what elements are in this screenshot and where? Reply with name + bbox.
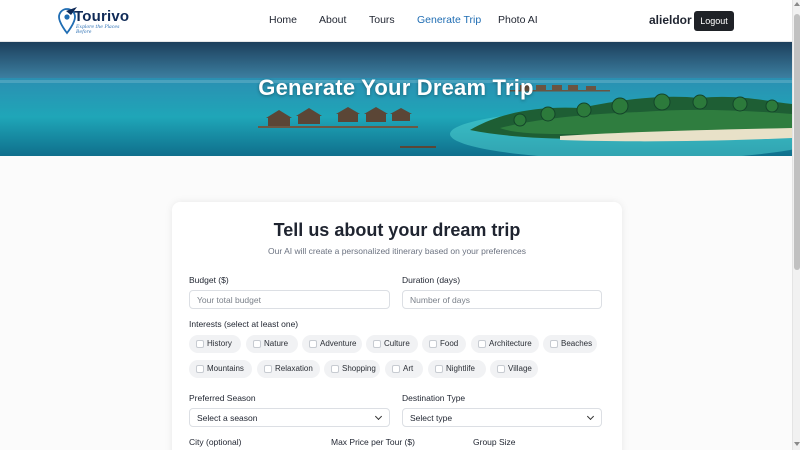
brand-tagline: Explore the Places Before: [76, 25, 120, 35]
hero-banner: Generate Your Dream Trip: [0, 42, 792, 156]
form-title: Tell us about your dream trip: [273, 220, 521, 240]
brand-logo[interactable]: Tourivo Explore the Places Before: [58, 4, 148, 38]
checkbox[interactable]: [550, 340, 558, 348]
nav-link-home[interactable]: Home: [269, 14, 297, 26]
interest-chip-mountains[interactable]: Mountains: [189, 360, 252, 378]
navbar: Tourivo Explore the Places Before Home A…: [0, 0, 792, 42]
interest-label: Relaxation: [275, 364, 313, 373]
season-select-value: Select a season: [197, 413, 258, 423]
duration-label: Duration (days): [402, 275, 461, 285]
interests-label: Interests (select at least one): [189, 319, 299, 329]
checkbox[interactable]: [331, 365, 339, 373]
nav-link-about[interactable]: About: [319, 14, 346, 26]
interest-chip-relaxation[interactable]: Relaxation: [257, 360, 320, 378]
checkbox[interactable]: [373, 340, 381, 348]
username: alieldor: [649, 13, 692, 27]
interest-label: Culture: [384, 339, 410, 348]
checkbox[interactable]: [196, 365, 204, 373]
budget-input[interactable]: [189, 290, 390, 309]
season-label: Preferred Season: [189, 393, 256, 403]
page-title: Generate Your Dream Trip: [258, 75, 534, 100]
destination-type-label: Destination Type: [402, 393, 466, 403]
checkbox[interactable]: [196, 340, 204, 348]
checkbox[interactable]: [309, 340, 317, 348]
budget-label: Budget ($): [189, 275, 229, 285]
interest-chip-beaches[interactable]: Beaches: [543, 335, 597, 353]
form-subtitle: Our AI will create a personalized itiner…: [268, 246, 526, 256]
interest-chip-architecture[interactable]: Architecture: [471, 335, 539, 353]
checkbox[interactable]: [435, 365, 443, 373]
scroll-thumb[interactable]: [794, 14, 800, 270]
city-label: City (optional): [189, 437, 242, 447]
interest-label: Village: [508, 364, 532, 373]
chevron-down-icon: [374, 412, 383, 421]
scroll-up-arrow-icon[interactable]: [794, 2, 800, 6]
interest-chip-village[interactable]: Village: [490, 360, 538, 378]
interest-label: Beaches: [561, 339, 593, 348]
interest-label: Adventure: [320, 339, 357, 348]
interest-chip-shopping[interactable]: Shopping: [324, 360, 380, 378]
destination-type-select-value: Select type: [410, 413, 453, 423]
checkbox[interactable]: [497, 365, 505, 373]
scroll-down-arrow-icon[interactable]: [794, 442, 800, 446]
interest-label: Shopping: [342, 364, 376, 373]
interest-chip-nature[interactable]: Nature: [246, 335, 298, 353]
interest-label: History: [207, 339, 232, 348]
nav-link-photo-ai[interactable]: Photo AI: [498, 14, 538, 26]
interest-label: Mountains: [207, 364, 244, 373]
group-size-label: Group Size: [473, 437, 516, 447]
interest-label: Nightlife: [446, 364, 475, 373]
interest-chip-art[interactable]: Art: [385, 360, 423, 378]
interest-chip-adventure[interactable]: Adventure: [302, 335, 362, 353]
season-select[interactable]: Select a season: [189, 408, 390, 427]
nav-link-tours[interactable]: Tours: [369, 14, 395, 26]
interest-chip-nightlife[interactable]: Nightlife: [428, 360, 486, 378]
nav-link-generate-trip[interactable]: Generate Trip: [417, 14, 481, 26]
interest-label: Nature: [264, 339, 289, 348]
interest-chip-history[interactable]: History: [189, 335, 241, 353]
checkbox[interactable]: [429, 340, 437, 348]
chevron-down-icon: [586, 412, 595, 421]
checkbox[interactable]: [264, 365, 272, 373]
interest-label: Art: [403, 364, 414, 373]
max-price-label: Max Price per Tour ($): [331, 437, 415, 447]
logout-button[interactable]: Logout: [694, 11, 734, 31]
interest-label: Food: [440, 339, 459, 348]
interest-chip-culture[interactable]: Culture: [366, 335, 418, 353]
interest-label: Architecture: [489, 339, 532, 348]
checkbox[interactable]: [478, 340, 486, 348]
checkbox[interactable]: [253, 340, 261, 348]
checkbox[interactable]: [392, 365, 400, 373]
page-scrollbar[interactable]: [792, 0, 800, 450]
brand-name: Tourivo: [74, 8, 130, 25]
interest-chip-food[interactable]: Food: [422, 335, 466, 353]
destination-type-select[interactable]: Select type: [402, 408, 602, 427]
duration-input[interactable]: [402, 290, 602, 309]
